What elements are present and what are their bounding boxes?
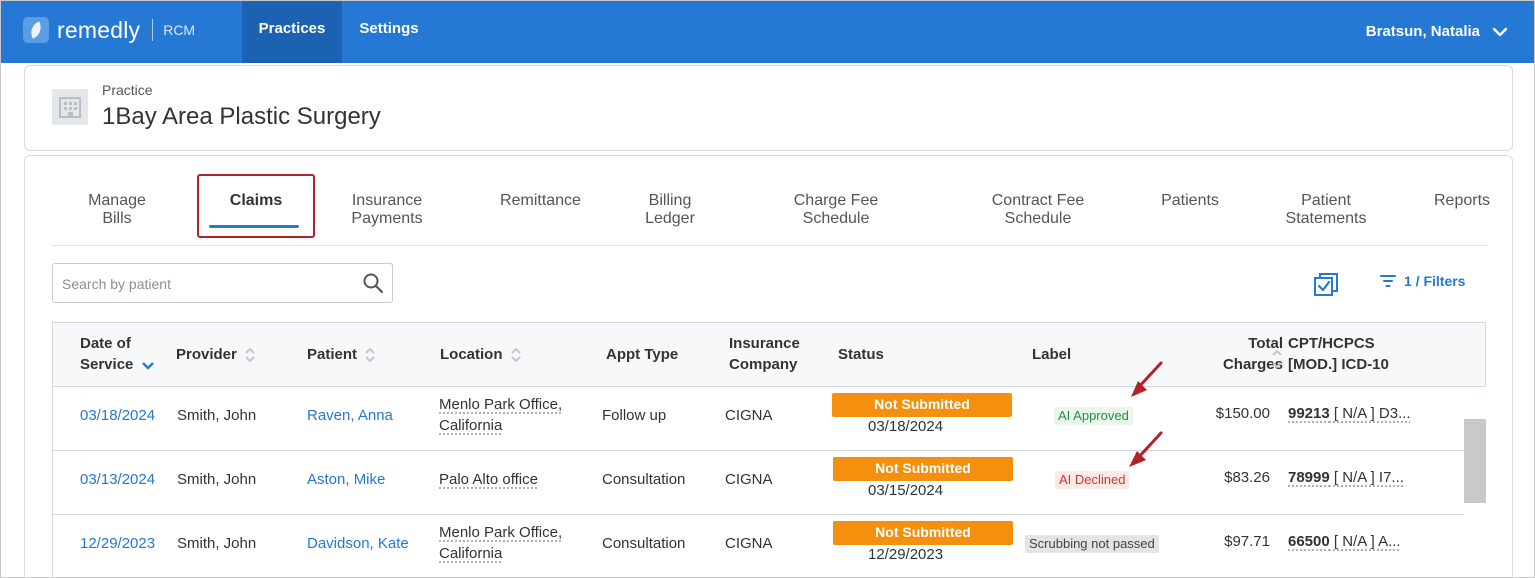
nav-settings[interactable]: Settings (342, 1, 436, 63)
patient-link[interactable]: Aston, Mike (307, 469, 385, 490)
brand-name: remedly (57, 16, 141, 43)
col-provider[interactable]: Provider (176, 344, 255, 365)
user-menu[interactable]: Bratsun, Natalia (1366, 1, 1508, 63)
label-badge: AI Approved (1054, 407, 1133, 425)
claims-table: Date of Service Provider Patient Locatio… (52, 322, 1486, 577)
col-patient[interactable]: Patient (307, 344, 375, 365)
col-insurance-company: Insurance Company (729, 335, 800, 373)
sort-icon (510, 347, 521, 363)
leaf-logo-icon (23, 17, 49, 43)
sort-icon (365, 347, 375, 363)
practice-name: 1Bay Area Plastic Surgery (102, 103, 381, 130)
table-row[interactable]: 03/18/2024 Smith, John Raven, Anna Menlo… (53, 387, 1463, 451)
col-label: Label (1032, 346, 1072, 363)
sort-desc-active-icon (141, 362, 154, 370)
tab-insurance-payments[interactable]: Insurance Payments (342, 192, 432, 228)
tab-manage-bills[interactable]: Manage Bills (82, 192, 152, 228)
logo[interactable]: remedly RCM (23, 15, 195, 45)
total-charges: $150.00 (1215, 405, 1270, 422)
chevron-down-icon (1492, 27, 1508, 37)
provider-name: Smith, John (177, 407, 257, 424)
patient-link[interactable]: Davidson, Kate (307, 533, 409, 554)
cpt-icd[interactable]: 99213 [ N/A ] D3... (1288, 405, 1411, 422)
table-scrollbar-thumb[interactable] (1464, 419, 1486, 503)
tab-remittance[interactable]: Remittance (492, 192, 589, 210)
insurance-company: CIGNA (725, 407, 773, 424)
provider-name: Smith, John (177, 471, 257, 488)
tab-charge-fee-schedule[interactable]: Charge Fee Schedule (784, 192, 888, 228)
search-input[interactable] (62, 273, 352, 295)
building-icon (52, 89, 88, 125)
tab-bar: Manage Bills Claims Insurance Payments Rem… (52, 156, 1490, 246)
app-window: remedly RCM Practices Settings Bratsun, … (0, 0, 1535, 578)
appt-type: Consultation (602, 535, 686, 552)
total-charges: $83.26 (1224, 469, 1270, 486)
filter-icon (1380, 275, 1396, 287)
active-tab-indicator (209, 225, 299, 228)
status-badge: Not Submitted (833, 521, 1013, 545)
filters-label: 1 / Filters (1404, 273, 1466, 289)
col-location[interactable]: Location (440, 344, 521, 365)
col-status: Status (838, 346, 884, 363)
table-row[interactable]: 03/13/2024 Smith, John Aston, Mike Palo … (53, 451, 1463, 515)
table-row[interactable]: 12/29/2023 Smith, John Davidson, Kate Me… (53, 515, 1463, 577)
annotation-arrow-icon (1129, 431, 1163, 467)
location: Menlo Park Office, California (439, 396, 563, 434)
provider-name: Smith, John (177, 535, 257, 552)
date-of-service-link[interactable]: 12/29/2023 (80, 533, 155, 554)
location: Menlo Park Office, California (439, 524, 563, 562)
nav-practices[interactable]: Practices (242, 1, 342, 63)
search-icon[interactable] (362, 272, 384, 294)
tab-contract-fee-schedule[interactable]: Contract Fee Schedule (982, 192, 1094, 228)
annotation-arrow-icon (1131, 361, 1163, 397)
sort-icon (245, 347, 255, 363)
appt-type: Follow up (602, 407, 667, 424)
tab-reports[interactable]: Reports (1430, 192, 1494, 210)
table-header: Date of Service Provider Patient Locatio… (53, 323, 1485, 387)
logo-divider (152, 19, 154, 41)
practice-label: Practice (102, 82, 153, 98)
location: Palo Alto office (439, 471, 538, 488)
status-date: 12/29/2023 (868, 546, 944, 563)
insurance-company: CIGNA (725, 471, 773, 488)
tab-billing-ledger[interactable]: Billing Ledger (637, 192, 703, 228)
filters-button[interactable]: 1 / Filters (1380, 273, 1465, 289)
col-cpt-icd: CPT/HCPCS [MOD.] ICD-10 (1288, 335, 1389, 373)
product-name: RCM (163, 22, 196, 38)
appt-type: Consultation (602, 471, 686, 488)
tab-patient-statements[interactable]: Patient Statements (1278, 192, 1374, 228)
sort-icon[interactable] (1272, 337, 1282, 373)
patient-link[interactable]: Raven, Anna (307, 405, 393, 426)
label-badge: AI Declined (1055, 471, 1130, 489)
practice-header: Practice 1Bay Area Plastic Surgery (24, 65, 1513, 151)
claims-panel: Manage Bills Claims Insurance Payments Rem… (24, 155, 1513, 577)
cpt-icd[interactable]: 78999 [ N/A ] I7... (1288, 469, 1404, 486)
col-total-charges[interactable]: Total Charges (1203, 333, 1283, 375)
col-appt-type: Appt Type (606, 346, 679, 363)
label-badge: Scrubbing not passed (1025, 535, 1159, 553)
top-nav-bar: remedly RCM Practices Settings Bratsun, … (1, 1, 1534, 63)
status-badge: Not Submitted (832, 393, 1012, 417)
status-date: 03/18/2024 (868, 418, 944, 435)
user-name: Bratsun, Natalia (1365, 23, 1480, 40)
tab-claims-highlight (197, 174, 315, 238)
status-date: 03/15/2024 (868, 482, 944, 499)
cpt-icd[interactable]: 66500 [ N/A ] A... (1288, 533, 1401, 550)
insurance-company: CIGNA (725, 535, 773, 552)
col-date-of-service[interactable]: Date of Service (80, 333, 154, 375)
status-badge: Not Submitted (833, 457, 1013, 481)
total-charges: $97.71 (1224, 533, 1270, 550)
tab-patients[interactable]: Patients (1155, 192, 1225, 210)
date-of-service-link[interactable]: 03/18/2024 (80, 405, 155, 426)
date-of-service-link[interactable]: 03/13/2024 (80, 469, 155, 490)
search-box (52, 263, 393, 303)
select-all-checkbox-icon[interactable] (1313, 272, 1339, 298)
